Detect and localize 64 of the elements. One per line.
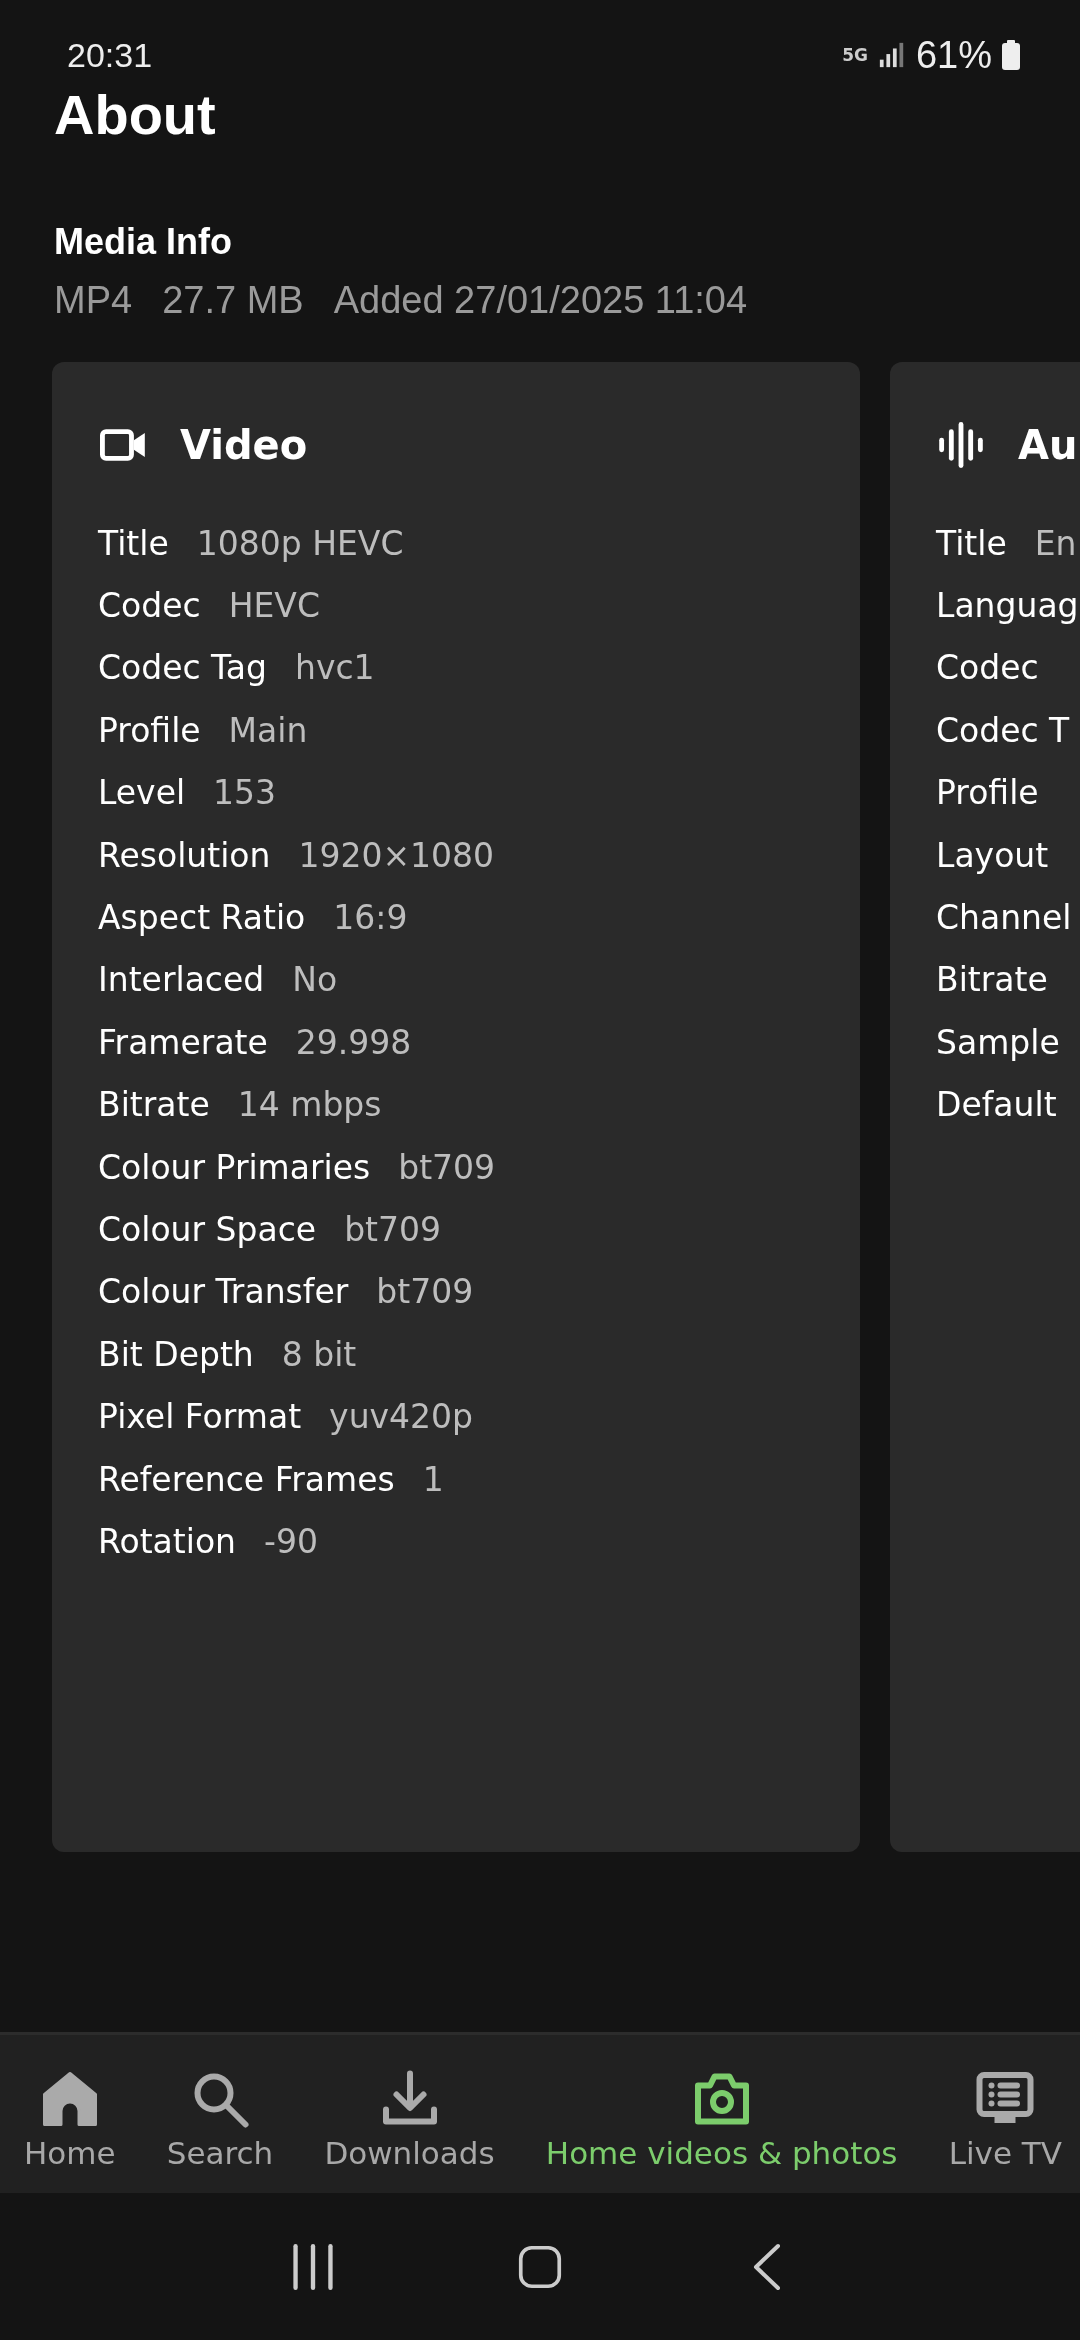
property-value: 8 bit — [281, 1334, 357, 1374]
property-value: 1080p HEVC — [196, 523, 404, 563]
property-label: Layout — [936, 835, 1049, 875]
page-title: About — [53, 82, 217, 147]
property-value: bt709 — [344, 1210, 441, 1249]
property-label: Profile — [98, 710, 201, 750]
nav-tab[interactable]: Home videos & photos — [545, 2135, 898, 2171]
property-value: HEVC — [228, 586, 320, 626]
section-heading: Media Info — [53, 221, 233, 263]
property-label: Resolution — [98, 835, 271, 875]
nav-tab[interactable]: Search — [166, 2135, 274, 2171]
property-label: Title — [98, 523, 169, 563]
property-value: Main — [228, 710, 308, 750]
property-value: 29.998 — [295, 1022, 412, 1062]
property-label: Interlaced — [98, 960, 265, 1000]
property-label: Pixel Format — [98, 1397, 302, 1437]
property-value: 1920×1080 — [298, 835, 495, 875]
network-label: 5G — [842, 45, 868, 65]
battery-percent: 61% — [915, 33, 992, 77]
property-value: No — [292, 960, 338, 1000]
property-label: Channel — [936, 898, 1072, 938]
property-label: Colour Transfer — [98, 1272, 349, 1312]
property-label: Profile — [936, 773, 1039, 813]
property-value: 14 mbps — [237, 1085, 382, 1125]
signal-icon — [877, 41, 906, 69]
property-value: yuv420p — [329, 1397, 474, 1437]
property-label: Aspect Ratio — [98, 898, 306, 938]
card-title: Video — [180, 422, 308, 468]
property-value: -90 — [264, 1521, 318, 1561]
waveform-icon — [936, 422, 986, 468]
property-label: Bitrate — [98, 1085, 210, 1125]
property-value: 153 — [213, 773, 277, 813]
status-time: 20:31 — [67, 35, 153, 75]
property-label: Bitrate — [936, 960, 1048, 1000]
property-label: Languag — [936, 586, 1079, 626]
property-value: 16:9 — [333, 898, 408, 938]
property-label: Title — [936, 523, 1007, 563]
property-value: bt709 — [398, 1147, 496, 1187]
nav-tab[interactable]: Home — [24, 2135, 116, 2171]
property-label: Colour Space — [98, 1210, 317, 1249]
property-label: Reference Frames — [98, 1459, 395, 1499]
property-value: hvc1 — [295, 648, 375, 688]
property-label: Framerate — [98, 1022, 268, 1062]
nav-tab[interactable]: Live TV — [948, 2135, 1062, 2171]
media-detail: MP4 — [54, 279, 133, 322]
card-title: Au — [1018, 422, 1078, 468]
property-label: Codec T — [936, 710, 1070, 750]
property-label: Codec — [98, 586, 201, 626]
property-label: Bit Depth — [98, 1334, 254, 1374]
property-value: En — [1034, 523, 1077, 563]
property-label: Rotation — [98, 1521, 236, 1561]
property-label: Level — [98, 773, 186, 813]
battery-icon — [1002, 40, 1020, 70]
property-label: Sample — [936, 1022, 1060, 1062]
media-detail: 27.7 MB — [162, 279, 304, 322]
property-label: Colour Primaries — [98, 1147, 371, 1187]
media-detail: Added 27/01/2025 11:04 — [333, 279, 748, 322]
property-label: Codec Tag — [98, 648, 267, 688]
property-label: Default — [936, 1085, 1057, 1125]
recent-apps-icon[interactable] — [291, 2242, 336, 2291]
property-value: 1 — [422, 1459, 444, 1499]
nav-tab[interactable]: Downloads — [324, 2135, 495, 2171]
property-value: bt709 — [376, 1272, 474, 1312]
property-label: Codec — [936, 648, 1039, 688]
